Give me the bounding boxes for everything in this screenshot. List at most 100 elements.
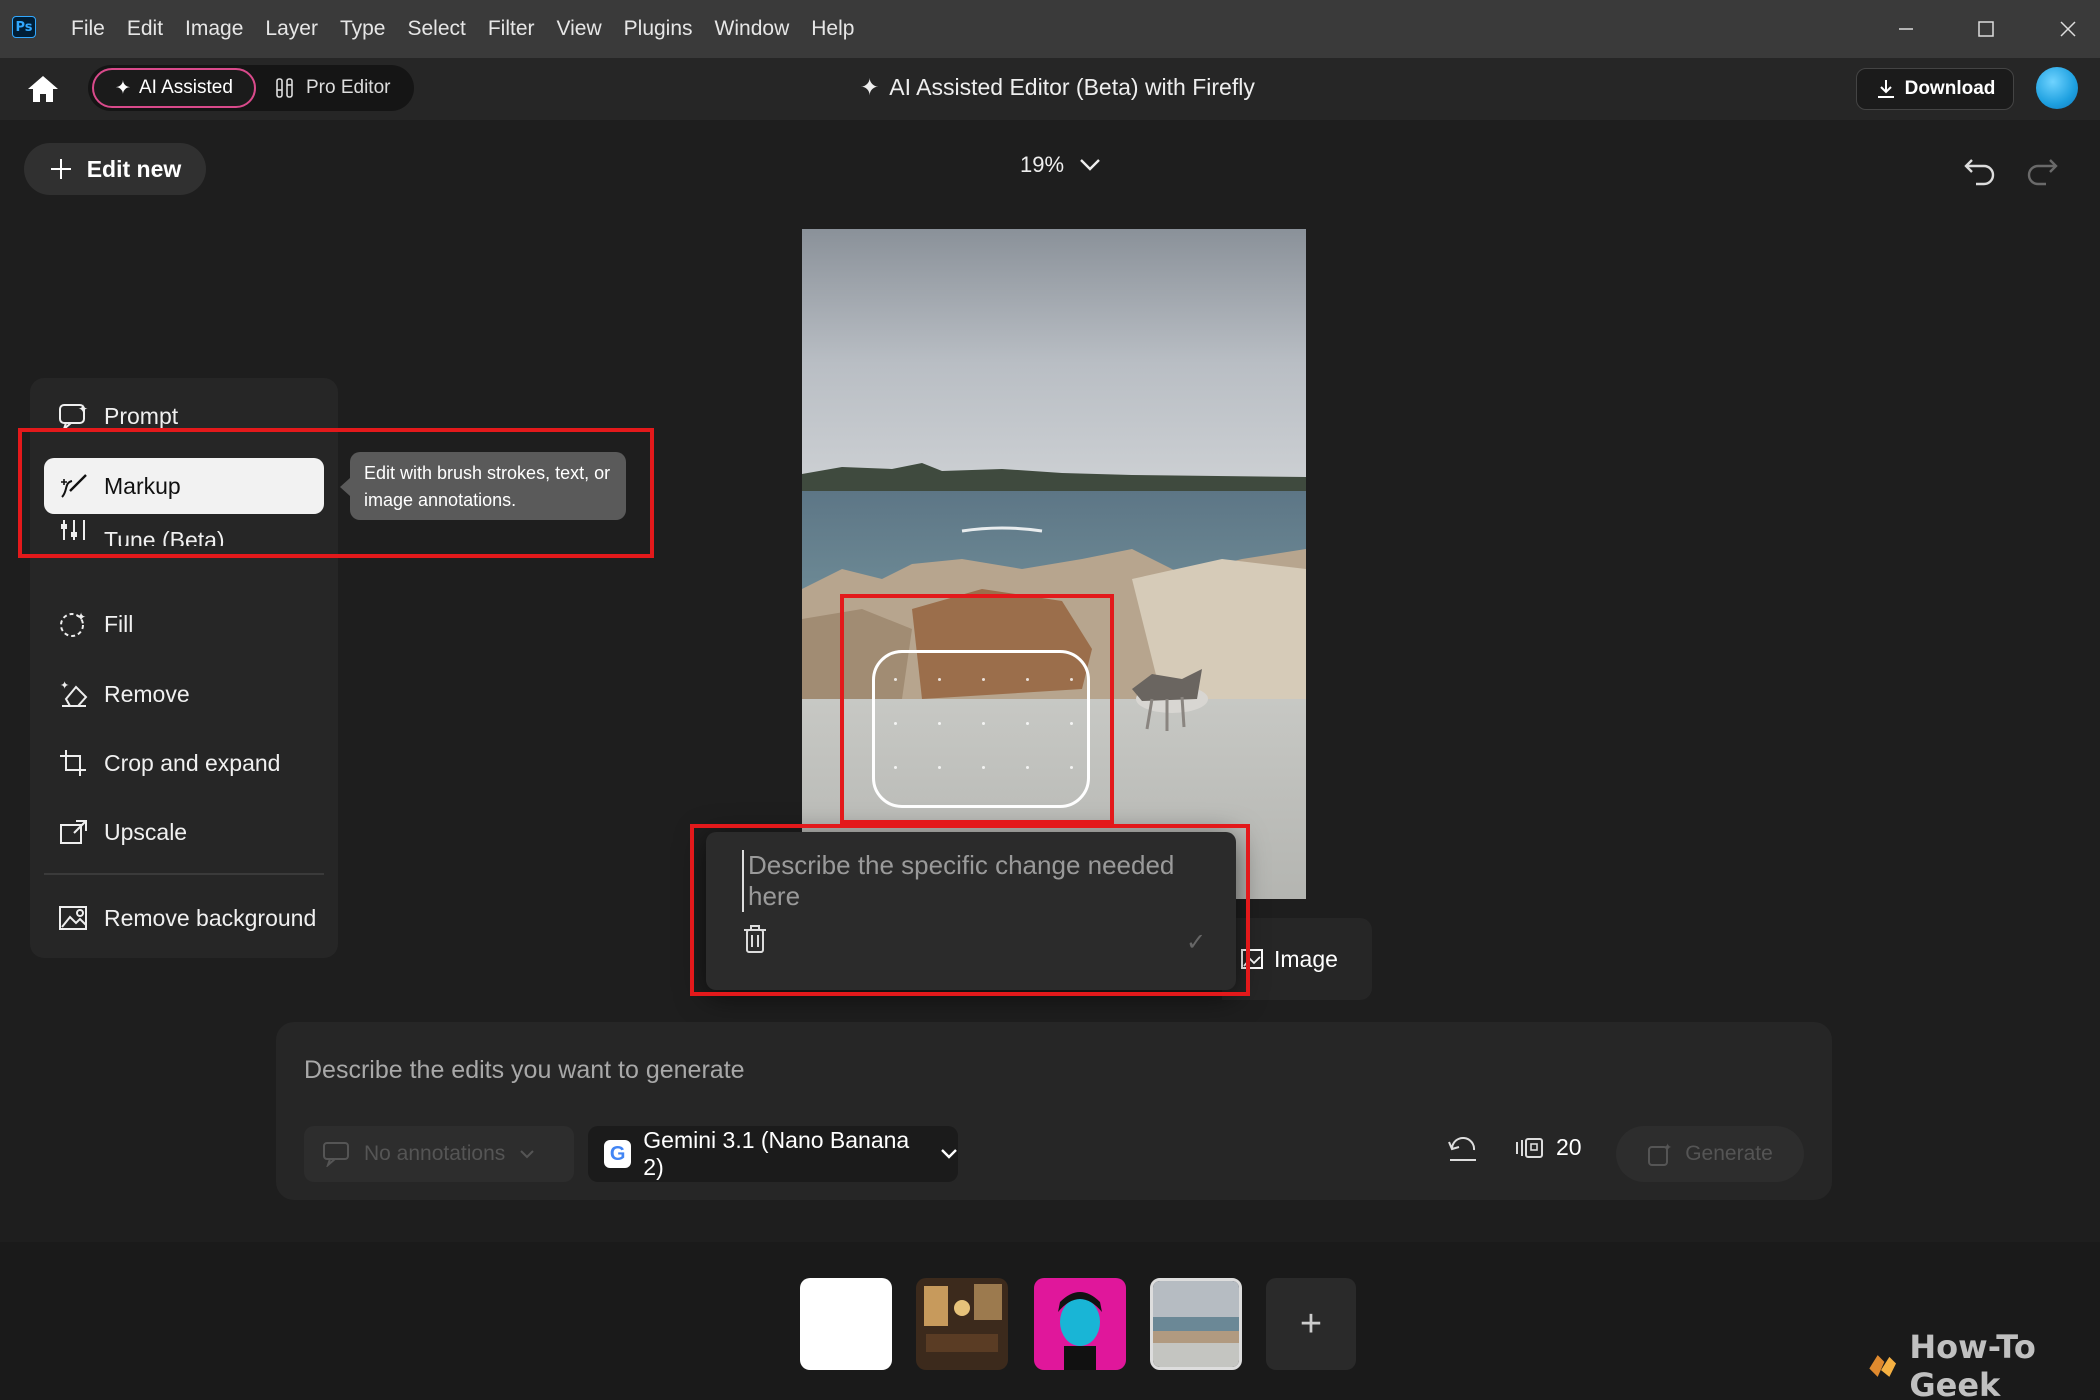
annotations-label: No annotations [364,1142,506,1165]
beach-thumbnail [1153,1281,1239,1367]
tool-fill-label: Fill [104,610,134,637]
highlight-annotation-popup [690,824,1250,996]
menu-select[interactable]: Select [396,17,476,41]
home-icon [28,76,58,102]
remove-eraser-icon: ✦ [60,680,88,707]
generate-button[interactable]: ✦ Generate [1616,1126,1804,1182]
redo-button[interactable] [2024,150,2060,186]
markup-grid-dot [1070,766,1073,769]
crop-icon [60,750,86,776]
prompt-icon: ✦ [59,402,88,431]
maximize-button[interactable] [1946,0,2026,58]
tool-fill[interactable]: ✦ Fill [44,596,324,652]
close-window-button[interactable] [2028,0,2100,58]
photoshop-logo: Ps [12,16,36,38]
edit-prompt-input[interactable]: Describe the edits you want to generate [304,1056,745,1085]
highlight-markup-area [840,594,1114,824]
menu-filter[interactable]: Filter [477,17,546,41]
filmstrip-thumb-beach[interactable] [1150,1278,1242,1370]
zoom-level: 19% [1020,152,1065,177]
user-avatar[interactable] [2036,67,2078,109]
tool-crop[interactable]: Crop and expand [44,735,324,791]
fill-icon: ✦ [60,610,86,637]
tool-remove[interactable]: ✦ Remove [44,666,324,722]
ai-assisted-mode-button[interactable]: ✦ AI Assisted [92,68,256,108]
svg-text:✦: ✦ [60,680,69,692]
filmstrip-thumb-portrait[interactable] [1034,1278,1126,1370]
edit-new-label: Edit new [86,155,182,182]
google-logo-icon: G [604,1140,632,1168]
filmstrip-thumb-blank[interactable] [800,1278,892,1370]
minimize-icon [1899,28,1913,30]
download-button[interactable]: Download [1856,68,2014,110]
sliders-icon [276,78,293,98]
menu-view[interactable]: View [546,17,613,41]
reset-button[interactable] [1446,1136,1480,1166]
markup-grid-dot [938,678,941,681]
pro-editor-label: Pro Editor [306,77,391,98]
chevron-down-icon [941,1149,958,1159]
markup-grid-dot [982,722,985,725]
tool-remove-label: Remove [104,680,190,707]
menu-type[interactable]: Type [329,17,397,41]
zoom-dropdown[interactable]: 19% [1020,152,1102,178]
chevron-down-icon [520,1150,534,1159]
credits-icon [1516,1137,1543,1158]
generate-icon: ✦ [1648,1142,1672,1166]
app-title: ✦ AI Assisted Editor (Beta) with Firefly [860,74,1255,101]
app-title-text: AI Assisted Editor (Beta) with Firefly [889,74,1255,100]
svg-text:✦: ✦ [78,402,88,416]
markup-grid-dot [1070,722,1073,725]
undo-button[interactable] [1962,150,1998,186]
maximize-icon [1978,21,1994,37]
add-image-button[interactable]: + [1266,1278,1356,1370]
watermark-text: How-To Geek [1909,1328,2036,1400]
plus-icon: + [1299,1302,1323,1345]
minimize-button[interactable] [1866,0,1946,58]
menu-edit[interactable]: Edit [116,17,174,41]
app-header: ✦ AI Assisted Pro Editor ✦ AI Assisted E… [0,58,2100,120]
pro-editor-mode-button[interactable]: Pro Editor [274,68,404,108]
redo-icon [2027,159,2058,186]
remove-background-icon [59,906,87,930]
markup-grid-dot [1026,766,1029,769]
model-selector[interactable]: G Gemini 3.1 (Nano Banana 2) [588,1126,958,1182]
markup-grid-dot [1026,722,1029,725]
home-button[interactable] [26,74,60,104]
comment-icon [323,1142,349,1167]
editor-mode-toggle: ✦ AI Assisted Pro Editor [88,65,414,111]
menu-image[interactable]: Image [174,17,254,41]
generation-credits: 20 [1514,1134,1582,1161]
edit-new-button[interactable]: Edit new [24,143,206,195]
sparkle-icon: ✦ [115,77,131,99]
menu-window[interactable]: Window [704,17,801,41]
tool-upscale[interactable]: Upscale [44,804,324,860]
markup-grid-dot [982,766,985,769]
dining-room-thumbnail [916,1278,1008,1370]
menu-layer[interactable]: Layer [254,17,329,41]
how-to-geek-logo-icon [1869,1355,1897,1377]
tool-prompt-label: Prompt [104,402,179,429]
tool-divider [44,873,324,875]
menu-help[interactable]: Help [800,17,865,41]
menu-bar: File Edit Image Layer Type Select Filter… [60,0,865,58]
download-label: Download [1904,78,1996,99]
window-titlebar: Ps File Edit Image Layer Type Select Fil… [0,0,2100,58]
reset-icon [1448,1136,1476,1161]
chevron-down-icon [1080,159,1100,171]
markup-grid-dot [938,766,941,769]
menu-plugins[interactable]: Plugins [613,17,704,41]
menu-file[interactable]: File [60,17,116,41]
close-icon [2060,21,2076,37]
svg-text:✦: ✦ [76,610,86,624]
highlight-markup-tool [18,428,654,558]
annotations-dropdown[interactable]: No annotations [304,1126,574,1182]
markup-grid-dot [1070,678,1073,681]
portrait-thumbnail [1034,1278,1126,1370]
image-chip-label: Image [1274,945,1338,972]
filmstrip-thumb-dining-room[interactable] [916,1278,1008,1370]
tool-crop-label: Crop and expand [104,749,281,776]
model-label: Gemini 3.1 (Nano Banana 2) [643,1127,910,1180]
tool-remove-background[interactable]: Remove background [44,890,324,946]
ai-assisted-label: AI Assisted [138,77,233,98]
